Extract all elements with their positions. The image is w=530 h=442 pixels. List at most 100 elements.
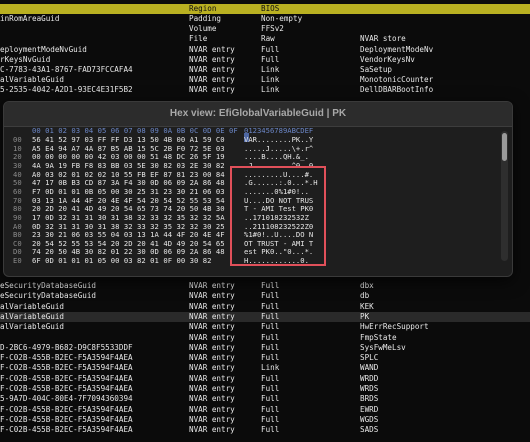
row-type: NVAR entry: [189, 84, 235, 94]
row-subtype: Full: [261, 54, 280, 64]
row-type: NVAR entry: [189, 342, 235, 352]
row-type: NVAR entry: [189, 64, 235, 74]
tree-row[interactable]: D-2BC6-4979-B682-D9C8F5533DDF NVAR entry F…: [0, 343, 530, 353]
row-text: dbx: [360, 281, 374, 290]
tree-row[interactable]: F-C02B-455B-B2EC-F5A3594F4AEA NVAR entry L…: [0, 363, 530, 373]
tree-row[interactable]: Region BIOS: [0, 4, 530, 15]
row-name: C-7783-43A1-8767-FAD73FCCAFA4: [0, 64, 133, 74]
row-subtype: Full: [261, 281, 280, 290]
row-subtype: Link: [261, 64, 280, 74]
row-subtype: Non-empty: [261, 14, 303, 24]
row-subtype: Full: [261, 44, 280, 54]
row-text: HwErrRecSupport: [360, 322, 429, 332]
hex-scrollbar-thumb[interactable]: [502, 133, 507, 161]
row-type: NVAR entry: [189, 363, 235, 373]
tree-row[interactable]: NVAR entry Full FmpState: [0, 333, 530, 343]
row-text: WGDS: [360, 414, 379, 424]
tree-row[interactable]: F-C02B-455B-B2EC-F5A3594F4AEA NVAR entry F…: [0, 405, 530, 415]
row-subtype: Full: [261, 291, 280, 301]
row-type: NVAR entry: [189, 404, 235, 414]
tree-row[interactable]: eSecurityDatabaseGuid NVAR entry Full dbx: [0, 281, 530, 291]
row-subtype: Link: [261, 74, 280, 84]
row-subtype: Full: [261, 342, 280, 352]
row-subtype: Full: [261, 394, 280, 404]
row-subtype: Full: [261, 425, 280, 435]
tree-row[interactable]: 5-9A7D-404C-80E4-7F7094360394 NVAR entry F…: [0, 394, 530, 404]
row-text: EWRD: [360, 404, 379, 414]
row-type: NVAR entry: [189, 291, 235, 301]
tree-row[interactable]: alVariableGuid NVAR entry Full KEK: [0, 302, 530, 312]
row-name: alVariableGuid: [0, 322, 65, 332]
tree-row[interactable]: F-C02B-455B-B2EC-F5A3594F4AEA NVAR entry F…: [0, 425, 530, 435]
row-name: eploymentModeNvGuid: [0, 44, 87, 54]
row-text: SPLC: [360, 353, 379, 363]
row-name: rKeysNvGuid: [0, 54, 51, 64]
row-text: BRDS: [360, 394, 379, 404]
row-subtype: FFSv2: [261, 24, 284, 34]
row-name: 5-9A7D-404C-80E4-7F7094360394: [0, 394, 133, 404]
highlight-annotation-box: [230, 166, 326, 266]
row-type: NVAR entry: [189, 44, 235, 54]
row-type: NVAR entry: [189, 373, 235, 383]
tree-row[interactable]: F-C02B-455B-B2EC-F5A3594F4AEA NVAR entry F…: [0, 415, 530, 425]
row-text: VendorKeysNv: [360, 54, 415, 64]
tree-row[interactable]: rKeysNvGuid NVAR entry Full VendorKeysNv: [0, 55, 530, 65]
tree-row[interactable]: inRomAreaGuid Padding Non-empty: [0, 14, 530, 24]
row-name: eSecurityDatabaseGuid: [0, 291, 97, 301]
row-text: PK: [360, 311, 370, 321]
row-name: alVariableGuid: [0, 311, 65, 321]
row-text: SysFwMeLsv: [360, 342, 406, 352]
row-type: NVAR entry: [189, 384, 235, 393]
row-text: WRDS: [360, 384, 379, 393]
row-type: Region: [189, 4, 217, 14]
row-text: KEK: [360, 301, 374, 311]
row-type: NVAR entry: [189, 322, 235, 332]
row-text: WRDD: [360, 373, 379, 383]
row-name: F-C02B-455B-B2EC-F5A3594F4AEA: [0, 384, 133, 393]
tree-row[interactable]: F-C02B-455B-B2EC-F5A3594F4AEA NVAR entry F…: [0, 384, 530, 394]
row-subtype: Raw: [261, 34, 275, 44]
row-type: NVAR entry: [189, 281, 235, 290]
tree-row[interactable]: F-C02B-455B-B2EC-F5A3594F4AEA NVAR entry F…: [0, 353, 530, 363]
row-text: NVAR store: [360, 34, 406, 44]
tree-row[interactable]: alVariableGuid NVAR entry Full HwErrRecSupp…: [0, 322, 530, 332]
row-text: WAND: [360, 363, 379, 373]
row-subtype: Full: [261, 404, 280, 414]
tree-row[interactable]: alVariableGuid NVAR entry Full PK: [0, 311, 530, 322]
tree-row[interactable]: File Raw NVAR store: [0, 34, 530, 44]
row-text: DeploymentModeNv: [360, 44, 434, 54]
row-name: F-C02B-455B-B2EC-F5A3594F4AEA: [0, 353, 133, 363]
row-type: NVAR entry: [189, 311, 235, 321]
tree-row[interactable]: Volume FFSv2: [0, 24, 530, 34]
tree-row[interactable]: F-C02B-455B-B2EC-F5A3594F4AEA NVAR entry F…: [0, 374, 530, 384]
tree-row[interactable]: eSecurityDatabaseGuid NVAR entry Full db: [0, 291, 530, 301]
row-subtype: Full: [261, 301, 280, 311]
row-type: Padding: [189, 14, 222, 24]
tree-row[interactable]: alVariableGuid NVAR entry Link MonotonicCou…: [0, 75, 530, 85]
row-type: NVAR entry: [189, 54, 235, 64]
row-type: File: [189, 34, 208, 44]
row-text: SaSetup: [360, 64, 393, 74]
row-subtype: BIOS: [261, 4, 280, 14]
tree-row[interactable]: C-7783-43A1-8767-FAD73FCCAFA4 NVAR entry L…: [0, 65, 530, 75]
row-type: Volume: [189, 24, 217, 34]
tree-row[interactable]: 5-2535-4042-A2D1-93EC4E31F5B2 NVAR entry L…: [0, 85, 530, 95]
row-name: F-C02B-455B-B2EC-F5A3594F4AEA: [0, 425, 133, 435]
tree-row[interactable]: eploymentModeNvGuid NVAR entry Full Deploym…: [0, 45, 530, 55]
row-name: F-C02B-455B-B2EC-F5A3594F4AEA: [0, 404, 133, 414]
row-type: NVAR entry: [189, 301, 235, 311]
row-subtype: Full: [261, 311, 280, 321]
row-subtype: Full: [261, 332, 280, 342]
row-text: SADS: [360, 425, 379, 435]
row-name: D-2BC6-4979-B682-D9C8F5533DDF: [0, 342, 133, 352]
row-subtype: Full: [261, 373, 280, 383]
hex-offset: E0: [13, 256, 22, 266]
row-type: NVAR entry: [189, 414, 235, 424]
row-subtype: Full: [261, 414, 280, 424]
hex-bytes: 6F 0D 01 01 01 05 00 03 82 01 0F 00 30 8…: [32, 256, 212, 266]
hex-view-titlebar[interactable]: Hex view: EfiGlobalVariableGuid | PK: [4, 102, 512, 127]
hex-view-title: Hex view: EfiGlobalVariableGuid | PK: [169, 108, 347, 119]
row-type: NVAR entry: [189, 332, 235, 342]
row-name: inRomAreaGuid: [0, 14, 60, 24]
row-text: FmpState: [360, 332, 397, 342]
